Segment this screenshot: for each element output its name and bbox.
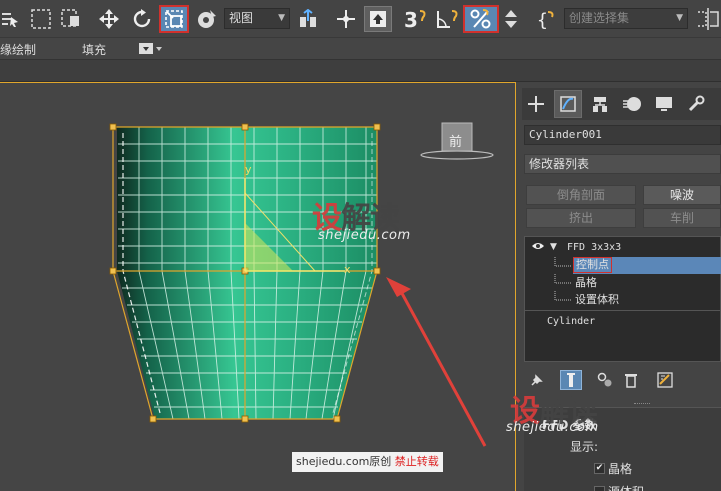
main-toolbar: 视图 ▼ 3 { 创建选择集 ▼	[0, 0, 721, 38]
rotate-icon[interactable]	[130, 6, 154, 32]
snap-3d-icon[interactable]: 3	[402, 6, 430, 32]
ribbon-row: 缘绘制 填充	[0, 38, 721, 60]
select-manipulate-icon[interactable]	[334, 6, 358, 32]
percent-snap-icon[interactable]	[463, 5, 499, 33]
display-tab-icon[interactable]	[650, 90, 678, 118]
lattice-checkbox[interactable]: ✔	[594, 463, 605, 474]
motion-tab-icon[interactable]	[618, 90, 646, 118]
eye-icon[interactable]	[531, 239, 545, 258]
object-name-field[interactable]: Cylinder001	[524, 125, 721, 145]
spinner-snap-icon[interactable]	[500, 6, 522, 32]
source-volume-checkbox[interactable]	[594, 486, 605, 491]
command-panel: Cylinder001 修改器列表 倒角剖面 噪波 挤出 车削 ▼ FFD 3x…	[506, 82, 721, 491]
svg-text:{: {	[537, 10, 548, 30]
lathe-button[interactable]: 车削	[643, 208, 721, 228]
annotation-arrow	[386, 277, 487, 447]
angle-snap-icon[interactable]	[434, 6, 462, 32]
stack-item-control-points[interactable]: 控制点	[525, 257, 721, 274]
hierarchy-tab-icon[interactable]	[586, 90, 614, 118]
mirror-icon[interactable]	[694, 6, 721, 32]
place-object-icon[interactable]	[194, 6, 220, 32]
configure-modifier-sets-icon[interactable]	[654, 370, 676, 390]
window-crossing-icon[interactable]	[58, 6, 84, 32]
watermark-url: shejiedu.com	[318, 228, 411, 243]
modify-tab-icon[interactable]	[554, 90, 582, 118]
source-caption: shejiedu.com原创 禁止转载	[292, 452, 443, 472]
fill-label[interactable]: 填充	[82, 41, 106, 58]
chevron-down-icon: ▼	[278, 13, 285, 23]
freeform-paint-label[interactable]: 缘绘制	[0, 41, 36, 58]
modifier-list-dropdown[interactable]: 修改器列表	[524, 154, 721, 174]
keyboard-shortcut-override-icon[interactable]	[364, 6, 392, 32]
viewport-header-strip	[0, 60, 721, 82]
perspective-viewport[interactable]: 前 y x 设解读 shejiedu.com shejiedu.com原创 禁止…	[0, 82, 516, 491]
select-by-name-icon[interactable]	[0, 6, 20, 32]
stack-item-cylinder[interactable]: Cylinder	[525, 313, 721, 330]
gizmo-x-label: x	[344, 263, 351, 276]
noise-button[interactable]: 噪波	[643, 185, 721, 205]
bevel-profile-button[interactable]: 倒角剖面	[526, 185, 636, 205]
rect-select-region-icon[interactable]	[28, 6, 54, 32]
collapse-triangle-icon[interactable]: ▼	[550, 239, 557, 256]
panel-watermark-url: shejiedu.com	[506, 420, 599, 435]
stack-item-lattice[interactable]: 晶格	[525, 274, 721, 291]
utilities-tab-icon[interactable]	[682, 90, 710, 118]
move-icon[interactable]	[96, 6, 122, 32]
stack-item-ffd[interactable]: ▼ FFD 3x3x3	[525, 239, 721, 256]
modifier-stack: ▼ FFD 3x3x3 控制点 晶格 设置体积 Cylinder	[524, 236, 721, 362]
remove-modifier-icon[interactable]	[620, 370, 642, 390]
chevron-down-icon: ▼	[676, 13, 683, 23]
display-label: 显示:	[570, 440, 599, 454]
source-volume-label: 源体积	[608, 483, 644, 491]
fill-dropdown[interactable]	[139, 42, 163, 55]
make-unique-icon[interactable]	[594, 370, 616, 390]
svg-text:3: 3	[404, 8, 418, 30]
viewport-scene	[109, 122, 494, 447]
viewcube-front-label[interactable]: 前	[449, 131, 462, 150]
select-and-scale-icon[interactable]	[159, 5, 189, 33]
pivot-center-icon[interactable]	[296, 6, 320, 32]
named-selection-set-select[interactable]: 创建选择集 ▼	[564, 8, 688, 29]
edit-named-selection-icon[interactable]: {	[534, 6, 562, 32]
command-panel-tabs	[522, 88, 721, 120]
create-tab-icon[interactable]	[522, 90, 550, 118]
extrude-button[interactable]: 挤出	[526, 208, 636, 228]
stack-item-set-volume[interactable]: 设置体积	[525, 291, 721, 308]
gizmo-y-label: y	[245, 163, 252, 176]
reference-coord-select[interactable]: 视图 ▼	[224, 8, 290, 29]
lattice-checkbox-label: 晶格	[608, 462, 633, 476]
